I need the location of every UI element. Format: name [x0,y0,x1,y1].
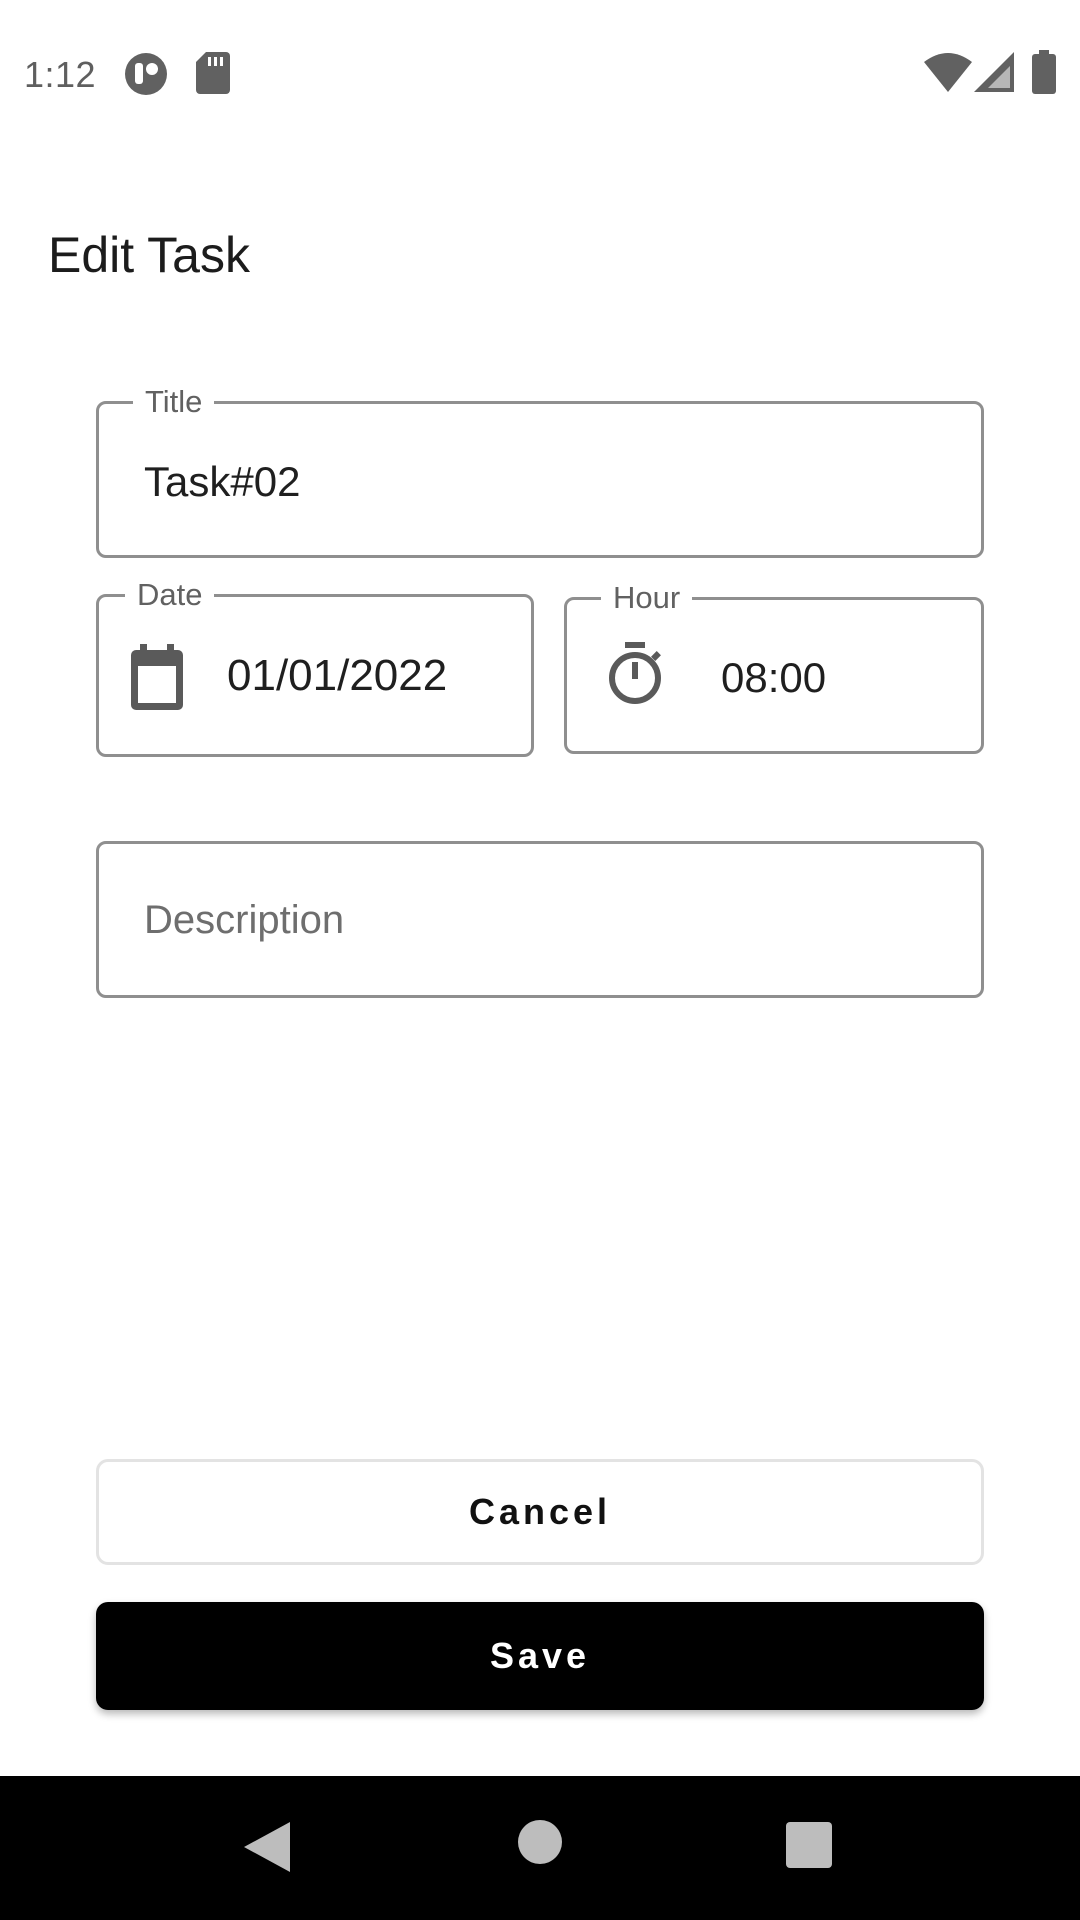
battery-icon [1032,50,1056,94]
calendar-icon[interactable] [131,644,183,710]
title-field[interactable]: Title Task#02 [96,382,984,558]
hour-field-label: Hour [601,578,693,618]
status-time: 1:12 [24,54,97,95]
sd-card-icon [196,52,230,94]
hour-field-value[interactable]: 08:00 [721,654,826,702]
navigation-bar [0,1776,1080,1920]
app-notification-icon [125,53,167,95]
page-title: Edit Task [48,227,250,283]
wifi-icon [924,53,972,92]
back-icon[interactable] [244,1822,290,1872]
save-button[interactable]: Save [96,1602,984,1710]
date-field[interactable]: Date 01/01/2022 [96,575,534,757]
description-placeholder[interactable]: Description [144,898,344,943]
hour-field[interactable]: Hour 08:00 [564,578,984,754]
description-field[interactable]: Description [96,841,984,998]
edit-task-screen: 1:12 Edit Task Title Task#02 Date 01/01/… [0,0,1080,1920]
cellular-signal-icon [974,52,1014,92]
cancel-button[interactable]: Cancel [96,1459,984,1565]
home-icon[interactable] [518,1820,562,1864]
title-field-label: Title [133,382,215,422]
status-bar: 1:12 [0,0,1080,150]
title-field-value[interactable]: Task#02 [144,458,300,506]
recents-icon[interactable] [786,1822,832,1868]
date-field-label: Date [125,575,215,615]
timer-icon[interactable] [607,642,663,706]
date-field-value[interactable]: 01/01/2022 [227,651,447,701]
